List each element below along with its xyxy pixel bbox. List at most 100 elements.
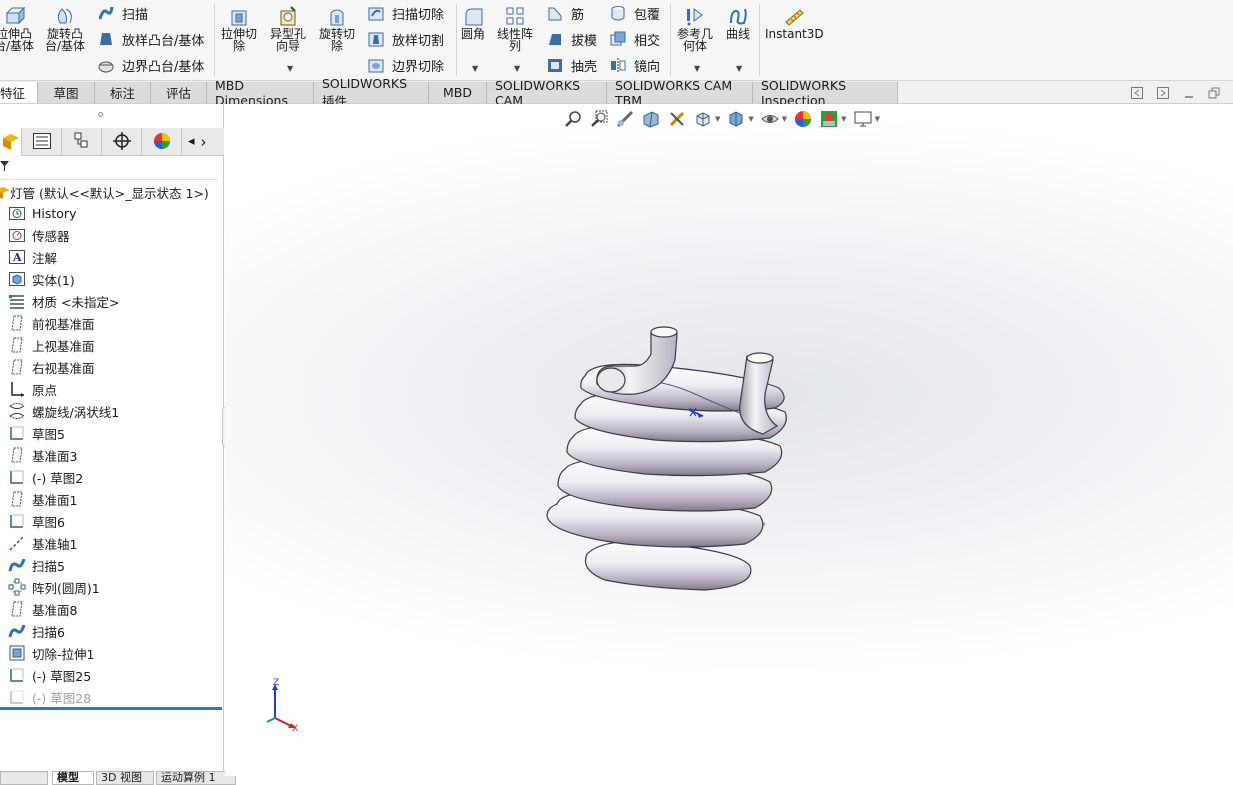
tree-item[interactable]: 上视基准面 [0, 334, 224, 356]
configuration-manager-tab[interactable] [62, 128, 102, 156]
boundary-boss-icon [96, 55, 116, 75]
linear-pattern-button[interactable]: 线性阵 列 [497, 4, 533, 52]
tree-item[interactable]: (-) 草图28 [0, 686, 224, 708]
tree-item[interactable]: 扫描6 [0, 620, 224, 642]
tab-features[interactable]: 特征 [0, 82, 38, 103]
tab-solidworks-cam-tbm[interactable]: SOLIDWORKS CAM TBM [607, 78, 753, 108]
helical-tube-model[interactable] [225, 104, 1233, 776]
curves-caret-icon[interactable]: ▼ [736, 64, 742, 73]
restore-icon[interactable] [1207, 86, 1221, 100]
loft-boss-button[interactable]: 放样凸台/基体 [96, 29, 204, 49]
boundary-cut-button[interactable]: 边界切除 [366, 55, 444, 75]
lofted-cut-button[interactable]: 放样切割 [366, 29, 444, 49]
tree-item[interactable]: 基准轴1 [0, 532, 224, 554]
tab-solidworks-cam[interactable]: SOLIDWORKS CAM [487, 78, 607, 108]
tree-item[interactable]: 前视基准面 [0, 312, 224, 334]
bottom-tab-motion-study[interactable]: 运动算例 1 [156, 771, 236, 785]
configuration-icon [74, 132, 90, 153]
property-manager-tab[interactable] [22, 128, 62, 156]
revolve-cut-button[interactable]: 旋转切 除 [319, 4, 355, 52]
tree-item-label: 切除-拉伸1 [32, 646, 95, 662]
sketch-icon [8, 468, 26, 486]
tree-item[interactable]: 扫描5 [0, 554, 224, 576]
bottom-tab-model[interactable]: 模型 [52, 771, 94, 785]
color-wheel-icon [153, 132, 171, 153]
tree-item[interactable]: 切除-拉伸1 [0, 642, 224, 664]
boundary-boss-button[interactable]: 边界凸台/基体 [96, 55, 204, 75]
extrude-boss-icon [2, 4, 26, 28]
tree-item[interactable]: 草图5 [0, 422, 224, 444]
display-manager-tab[interactable] [142, 128, 182, 156]
tab-mbd-dimensions[interactable]: MBD Dimensions [207, 78, 314, 108]
wrap-button[interactable]: 包覆 [608, 3, 660, 23]
tree-item[interactable]: (-) 草图2 [0, 466, 224, 488]
tree-item[interactable]: 基准面1 [0, 488, 224, 510]
hole-wizard-caret-icon[interactable]: ▼ [287, 64, 293, 73]
plane-icon [8, 490, 26, 508]
tree-item[interactable]: 实体(1) [0, 268, 224, 290]
tree-item[interactable]: 基准面8 [0, 598, 224, 620]
tree-item[interactable]: 阵列(圆周)1 [0, 576, 224, 598]
tree-root-part[interactable]: 灯管 (默认<<默认>_显示状态 1>) [0, 182, 224, 202]
tree-filter[interactable] [0, 156, 218, 180]
curves-button[interactable]: 曲线 [726, 4, 750, 40]
feature-tree-icon [2, 132, 19, 153]
tree-items: History 传感器 A 注解实体(1) 材质 <未指定> 前视基准面 上视基准面 右视基准… [0, 202, 224, 708]
sweep-icon [96, 3, 116, 23]
tree-item-label: 阵列(圆周)1 [32, 580, 100, 596]
bottom-tab-nav[interactable] [0, 771, 48, 785]
tree-item[interactable]: 草图6 [0, 510, 224, 532]
bottom-tab-3d-views[interactable]: 3D 视图 [96, 771, 154, 785]
tile-left-icon[interactable] [1130, 86, 1144, 100]
instant3d-button[interactable]: Instant3D [765, 4, 824, 40]
tree-item[interactable]: (-) 草图25 [0, 664, 224, 686]
bottom-tab-strip: 模型 3D 视图 运动算例 1 [0, 771, 240, 785]
dimxpert-manager-tab[interactable] [102, 128, 142, 156]
tree-item-label: 实体(1) [32, 272, 75, 288]
scroll-left-icon[interactable]: ◂ [188, 134, 195, 149]
tile-right-icon[interactable] [1156, 86, 1170, 100]
revolve-boss-button[interactable]: 旋转凸 台/基体 [45, 4, 85, 52]
mirror-button[interactable]: 镜向 [608, 55, 660, 75]
tree-item-label: 扫描6 [32, 624, 65, 640]
tab-solidworks-inspection[interactable]: SOLIDWORKS Inspection [753, 78, 898, 108]
fillet-caret-icon[interactable]: ▼ [472, 64, 478, 73]
tree-item[interactable]: 基准面3 [0, 444, 224, 466]
sketch-icon [8, 512, 26, 530]
hole-wizard-button[interactable]: 异型孔 向导 [270, 4, 306, 52]
extrude-cut-button[interactable]: 拉伸切 除 [221, 4, 257, 52]
minimize-icon[interactable] [1182, 86, 1196, 100]
circular-pattern-icon [8, 578, 26, 596]
sketch-icon [8, 424, 26, 442]
panel-grip-icon[interactable] [98, 112, 103, 117]
reference-geometry-button[interactable]: 参考几 何体 [677, 4, 713, 52]
shell-button[interactable]: 抽壳 [545, 55, 597, 75]
tab-sketch[interactable]: 草图 [38, 82, 95, 103]
linear-pattern-caret-icon[interactable]: ▼ [514, 64, 520, 73]
tree-item[interactable]: 材质 <未指定> [0, 290, 224, 312]
tab-mbd[interactable]: MBD [429, 82, 487, 103]
fillet-button[interactable]: 圆角 [461, 4, 485, 40]
tree-item[interactable]: A 注解 [0, 246, 224, 268]
tree-item[interactable]: 传感器 [0, 224, 224, 246]
tree-item[interactable]: 右视基准面 [0, 356, 224, 378]
tab-solidworks-addins[interactable]: SOLIDWORKS 插件 [314, 76, 429, 109]
draft-button[interactable]: 拔模 [545, 29, 597, 49]
tree-item-label: 草图6 [32, 514, 65, 530]
feature-manager-tab[interactable] [0, 128, 22, 156]
swept-cut-button[interactable]: 扫描切除 [366, 3, 444, 23]
intersect-button[interactable]: 相交 [608, 29, 660, 49]
reference-geometry-caret-icon[interactable]: ▼ [694, 64, 700, 73]
sweep-button[interactable]: 扫描 [96, 3, 148, 23]
graphics-area[interactable]: ▼ ▼ ▼ ▼ ▼ Z X [225, 104, 1233, 776]
tree-item[interactable]: 原点 [0, 378, 224, 400]
tree-item[interactable]: History [0, 202, 224, 224]
scroll-right-icon[interactable]: › [201, 133, 207, 151]
rib-button[interactable]: 筋 [545, 3, 584, 23]
tab-evaluate[interactable]: 评估 [151, 82, 207, 103]
tree-item-label: 基准轴1 [32, 536, 78, 552]
tab-markup[interactable]: 标注 [95, 82, 151, 103]
extrude-boss-button[interactable]: 拉伸凸 台/基体 [0, 4, 34, 52]
tree-item[interactable]: 螺旋线/涡状线1 [0, 400, 224, 422]
rollback-bar[interactable] [0, 707, 222, 710]
